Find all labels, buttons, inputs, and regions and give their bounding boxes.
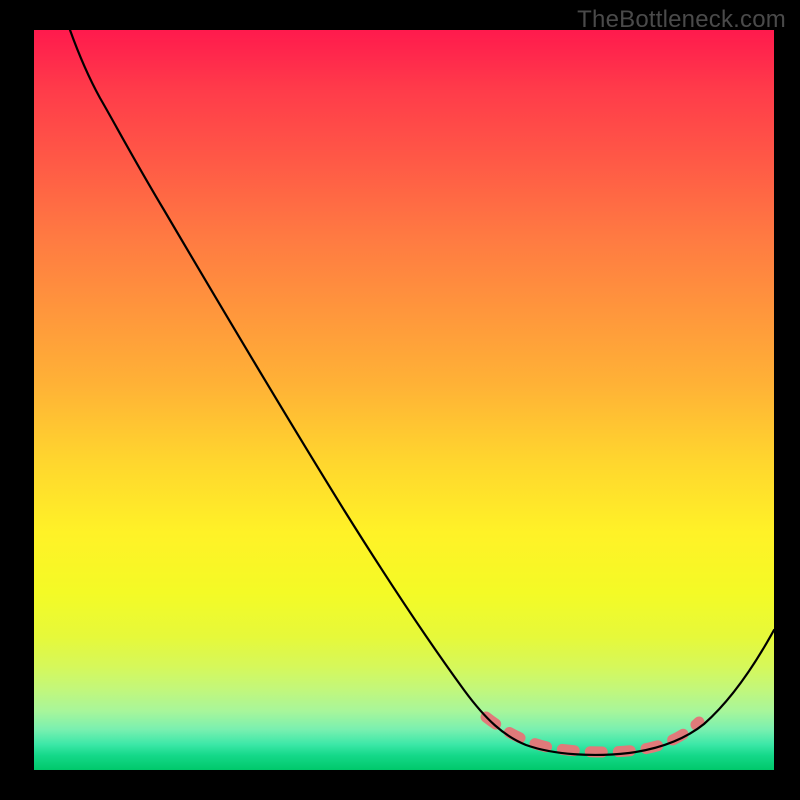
bottleneck-curve	[70, 30, 774, 755]
chart-frame: TheBottleneck.com	[0, 0, 800, 800]
plot-area	[34, 30, 774, 770]
optimal-zone-marker	[486, 717, 699, 752]
watermark-text: TheBottleneck.com	[577, 6, 786, 34]
curve-svg	[34, 30, 774, 770]
